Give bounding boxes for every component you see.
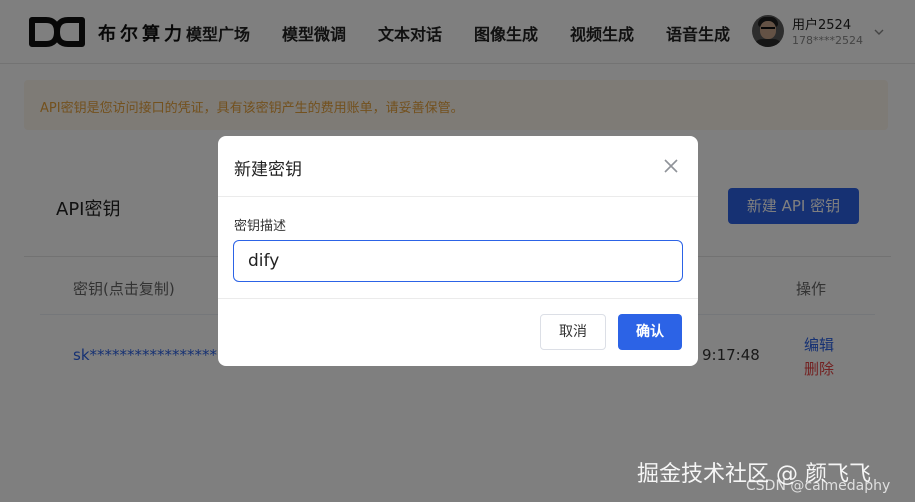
watermark-text: CSDN @calmedaphy: [746, 478, 891, 494]
close-icon[interactable]: [662, 157, 680, 175]
cancel-button[interactable]: 取消: [540, 314, 606, 350]
divider: [218, 298, 698, 299]
key-description-label: 密钥描述: [234, 219, 287, 234]
divider: [218, 196, 698, 197]
new-key-dialog: 新建密钥 密钥描述 取消 确认: [218, 136, 698, 366]
key-description-input[interactable]: [233, 240, 683, 282]
confirm-button[interactable]: 确认: [618, 314, 682, 350]
dialog-title: 新建密钥: [234, 160, 302, 180]
